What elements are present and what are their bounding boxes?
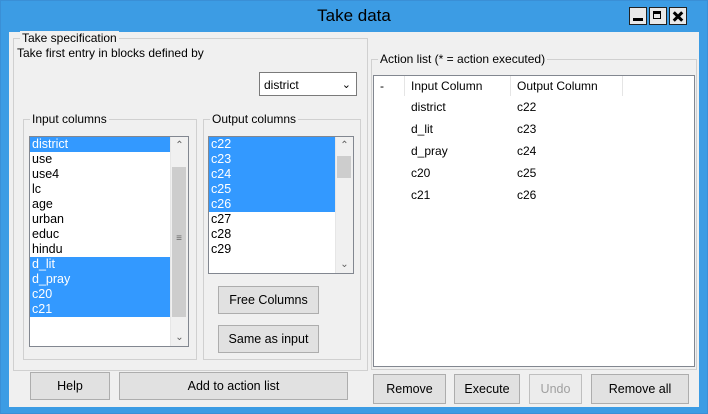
minimize-icon[interactable] <box>629 7 647 25</box>
undo-button[interactable]: Undo <box>529 374 582 404</box>
list-item[interactable]: use <box>30 152 188 167</box>
title-bar[interactable]: Take data <box>1 1 707 32</box>
output-columns-label: Output columns <box>210 112 299 126</box>
list-item[interactable]: c23 <box>209 152 353 167</box>
execute-button[interactable]: Execute <box>454 374 520 404</box>
input-columns-label: Input columns <box>30 112 109 126</box>
action-input-cell[interactable]: d_pray <box>411 144 448 159</box>
take-specification-label: Take specification <box>20 31 119 45</box>
list-item[interactable]: c21 <box>30 302 188 317</box>
action-output-cell[interactable]: c25 <box>517 166 536 181</box>
action-list-label: Action list (* = action executed) <box>378 52 548 66</box>
list-item[interactable]: c27 <box>209 212 353 227</box>
action-output-cell[interactable]: c23 <box>517 122 536 137</box>
scroll-thumb[interactable]: ≡ <box>172 167 186 317</box>
output-columns-list[interactable]: c22 c23 c24 c25 c26 c27 c28 c29 ⌃ ⌄ <box>208 136 354 274</box>
dialog-body: Take specification Take first entry in b… <box>9 31 699 407</box>
remove-all-button[interactable]: Remove all <box>591 374 689 404</box>
block-variable-value: district <box>264 78 299 92</box>
output-list-scrollbar[interactable]: ⌃ ⌄ <box>335 137 353 273</box>
scroll-up-icon[interactable]: ⌃ <box>336 137 353 154</box>
action-input-cell[interactable]: c20 <box>411 166 430 181</box>
action-output-cell[interactable]: c24 <box>517 144 536 159</box>
list-item[interactable]: d_pray <box>30 272 188 287</box>
list-item[interactable]: hindu <box>30 242 188 257</box>
remove-button[interactable]: Remove <box>373 374 446 404</box>
action-output-cell[interactable]: c22 <box>517 100 536 115</box>
input-list-scrollbar[interactable]: ⌃ ≡ ⌄ <box>170 137 188 346</box>
action-list-table[interactable]: - Input Column Output Column district c22… <box>373 75 695 367</box>
action-output-cell[interactable]: c26 <box>517 188 536 203</box>
free-columns-button[interactable]: Free Columns <box>218 286 319 314</box>
scroll-up-icon[interactable]: ⌃ <box>171 137 188 154</box>
list-item[interactable]: c25 <box>209 182 353 197</box>
take-data-window: Take data Take specification Take first … <box>0 0 708 414</box>
action-input-cell[interactable]: d_lit <box>411 122 433 137</box>
list-item[interactable]: district <box>30 137 188 152</box>
list-item[interactable]: educ <box>30 227 188 242</box>
list-item[interactable]: c29 <box>209 242 353 257</box>
list-item[interactable]: c24 <box>209 167 353 182</box>
scroll-thumb[interactable] <box>337 156 351 178</box>
action-input-cell[interactable]: district <box>411 100 446 115</box>
action-input-cell[interactable]: c21 <box>411 188 430 203</box>
list-item[interactable]: age <box>30 197 188 212</box>
maximize-icon[interactable] <box>649 7 667 25</box>
column-header-flag[interactable]: - <box>374 76 405 96</box>
close-icon[interactable] <box>669 7 687 25</box>
list-item[interactable]: d_lit <box>30 257 188 272</box>
column-header-input[interactable]: Input Column <box>405 76 511 96</box>
same-as-input-button[interactable]: Same as input <box>218 325 319 353</box>
take-first-label: Take first entry in blocks defined by <box>17 46 204 60</box>
list-item[interactable]: lc <box>30 182 188 197</box>
window-title: Take data <box>317 6 391 25</box>
list-item[interactable]: urban <box>30 212 188 227</box>
grip-icon: ≡ <box>176 233 182 244</box>
list-item[interactable]: c28 <box>209 227 353 242</box>
column-header-output[interactable]: Output Column <box>511 76 623 96</box>
list-item[interactable]: use4 <box>30 167 188 182</box>
scroll-down-icon[interactable]: ⌄ <box>171 329 188 346</box>
scroll-down-icon[interactable]: ⌄ <box>336 256 353 273</box>
chevron-down-icon: ⌄ <box>341 79 351 91</box>
help-button[interactable]: Help <box>30 372 110 400</box>
list-item[interactable]: c26 <box>209 197 353 212</box>
list-item[interactable]: c20 <box>30 287 188 302</box>
block-variable-select[interactable]: district ⌄ <box>259 72 357 96</box>
list-item[interactable]: c22 <box>209 137 353 152</box>
add-to-action-list-button[interactable]: Add to action list <box>119 372 348 400</box>
input-columns-list[interactable]: district use use4 lc age urban educ hindu d_lit d… <box>29 136 189 347</box>
